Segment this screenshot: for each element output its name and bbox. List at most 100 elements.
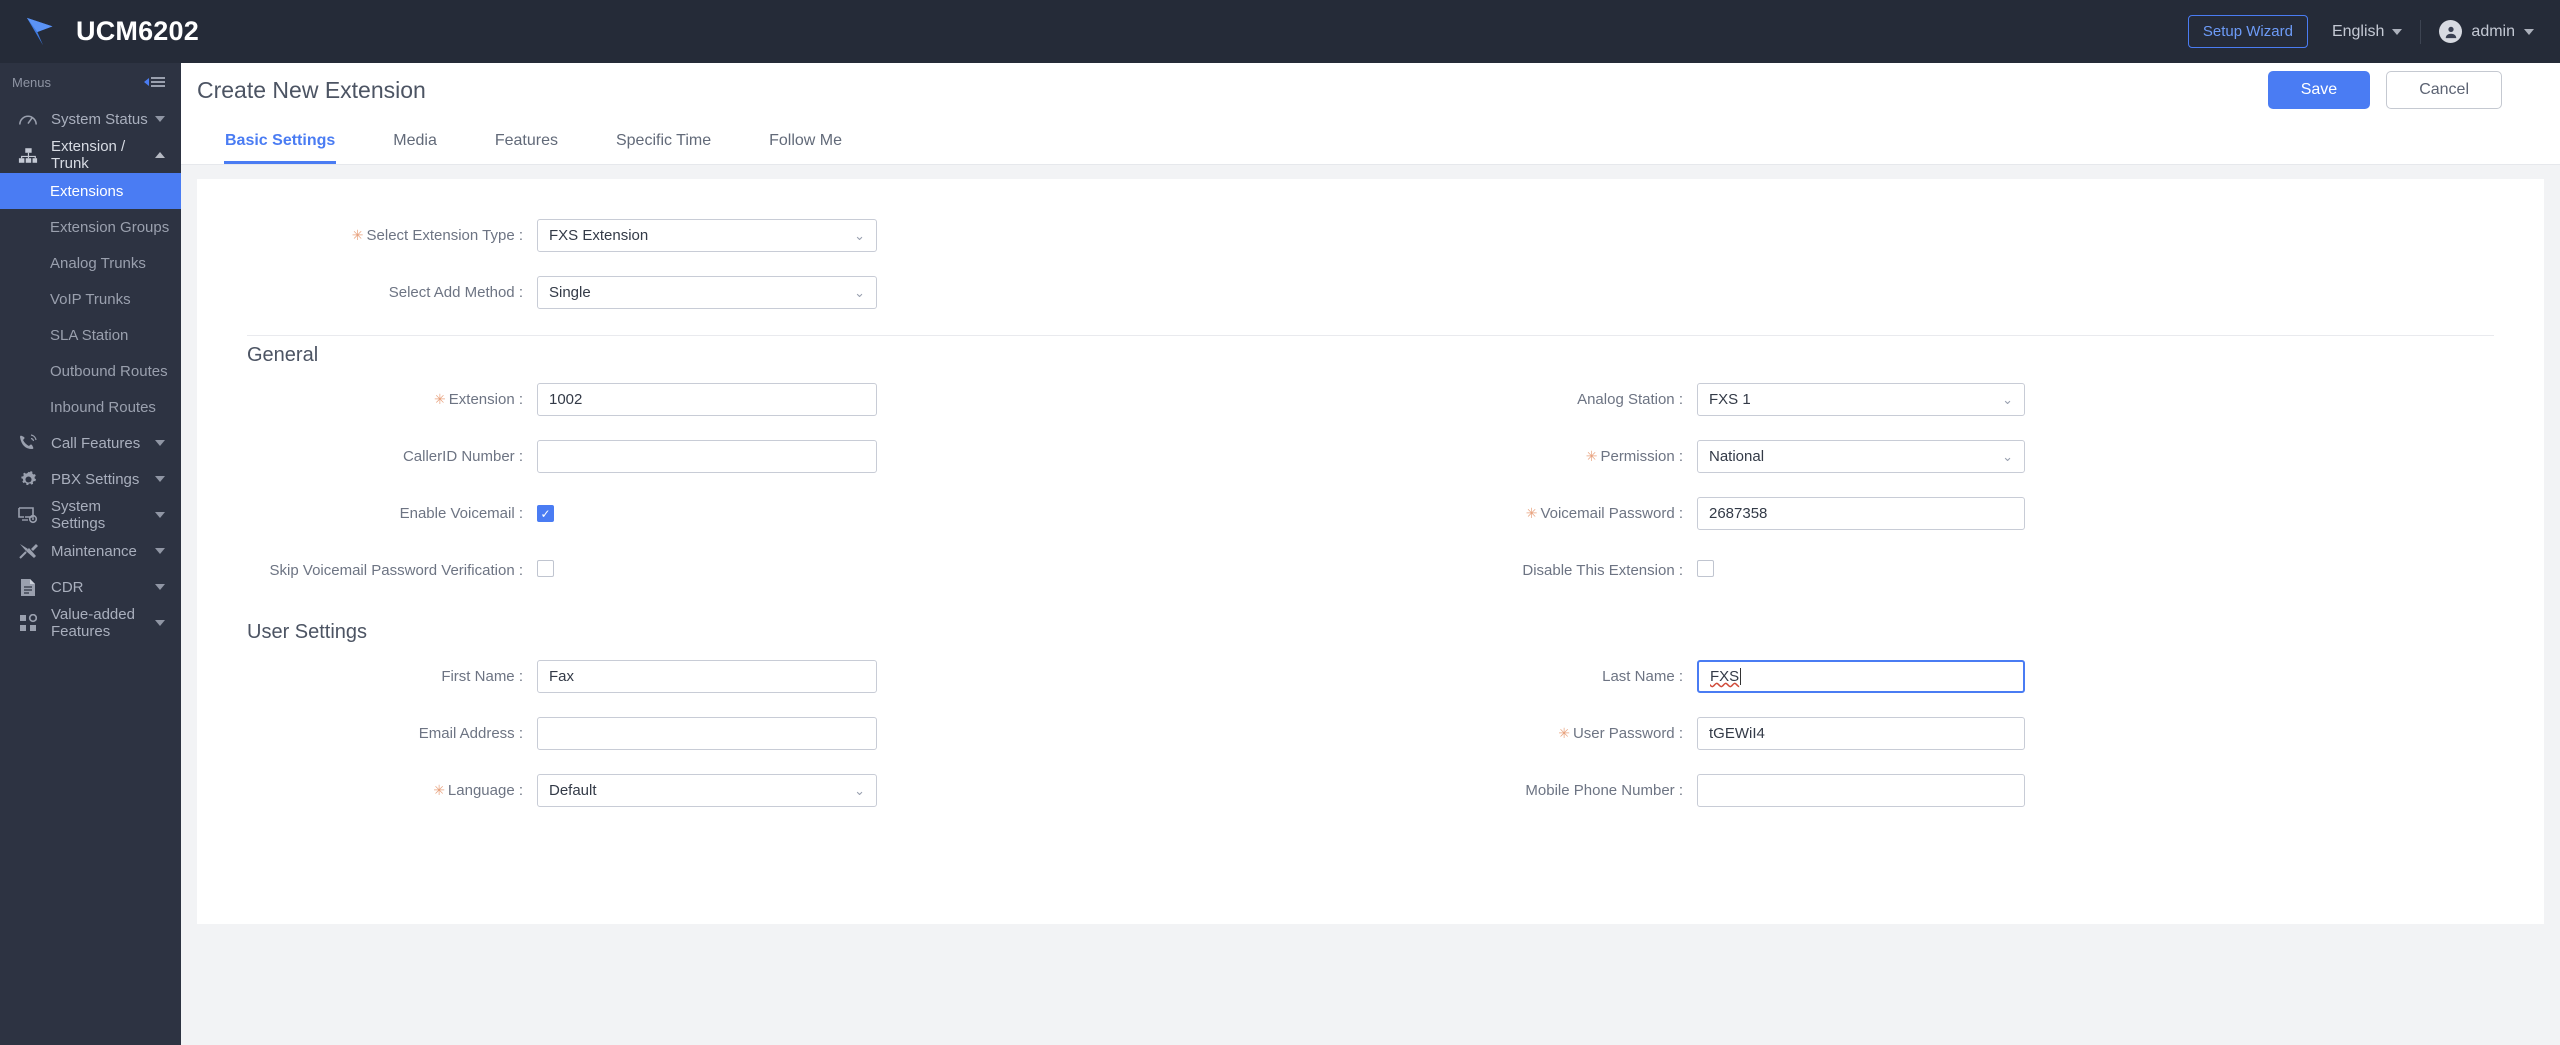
- sidebar-item-analog-trunks[interactable]: Analog Trunks: [0, 245, 181, 281]
- user-menu[interactable]: admin: [2439, 20, 2534, 43]
- chevron-down-icon: [2392, 28, 2403, 35]
- required-marker-icon: ✳: [433, 782, 445, 798]
- language-select[interactable]: Default ⌄: [537, 774, 877, 807]
- menu-lines-icon: [151, 77, 165, 87]
- chevron-down-icon: [155, 584, 165, 590]
- divider: [2420, 19, 2422, 44]
- chevron-down-icon: ⌄: [854, 782, 865, 798]
- user-password-input[interactable]: tGEWiI4: [1697, 717, 2025, 750]
- tab-bar: Basic Settings Media Features Specific T…: [181, 117, 2560, 165]
- sidebar-item-call-features[interactable]: Call Features: [0, 425, 181, 461]
- permission-select[interactable]: National ⌄: [1697, 440, 2025, 473]
- analog-station-select[interactable]: FXS 1 ⌄: [1697, 383, 2025, 416]
- disable-extension-checkbox[interactable]: [1697, 559, 1714, 577]
- tab-basic-settings[interactable]: Basic Settings: [196, 117, 364, 164]
- sidebar-item-extension-trunk[interactable]: Extension / Trunk: [0, 137, 181, 173]
- tab-features[interactable]: Features: [466, 117, 587, 164]
- last-name-input[interactable]: FXS: [1697, 660, 2025, 693]
- setup-wizard-button[interactable]: Setup Wizard: [2187, 15, 2308, 48]
- tab-specific-time[interactable]: Specific Time: [587, 117, 740, 164]
- phone-wave-icon: [16, 434, 40, 452]
- sidebar-item-extension-groups[interactable]: Extension Groups: [0, 209, 181, 245]
- chevron-down-icon: [155, 440, 165, 446]
- chevron-up-icon: [155, 152, 165, 158]
- required-marker-icon: ✳: [351, 227, 364, 243]
- language-label: ✳ Language :: [433, 782, 523, 799]
- sidebar-item-cdr[interactable]: CDR: [0, 569, 181, 605]
- text-cursor-icon: [1740, 668, 1742, 685]
- chevron-down-icon: ⌄: [2002, 391, 2013, 407]
- skip-voicemail-verification-checkbox[interactable]: [537, 559, 554, 577]
- add-method-select[interactable]: Single ⌄: [537, 276, 877, 309]
- sidebar-subitem-label: VoIP Trunks: [50, 290, 131, 308]
- email-address-label: Email Address :: [418, 725, 523, 742]
- first-name-label: First Name :: [441, 668, 523, 685]
- disable-extension-label: Disable This Extension :: [1522, 562, 1683, 579]
- sidebar-item-label: Call Features: [51, 434, 141, 452]
- sidebar-item-maintenance[interactable]: Maintenance: [0, 533, 181, 569]
- grandstream-logo-icon: [26, 17, 53, 45]
- add-method-value: Single: [549, 284, 591, 301]
- menus-header: Menus: [0, 63, 181, 101]
- sidebar-item-label: System Settings: [51, 498, 106, 532]
- cancel-button[interactable]: Cancel: [2386, 71, 2502, 109]
- form-row-extension-type: ✳ Select Extension Type : FXS Extension ⌄: [197, 207, 2544, 264]
- collapse-sidebar-icon[interactable]: [144, 77, 165, 87]
- sidebar-item-inbound-routes[interactable]: Inbound Routes: [0, 389, 181, 425]
- sidebar-item-label: Value-added Features: [51, 606, 135, 640]
- save-button[interactable]: Save: [2267, 71, 2371, 109]
- extension-type-label: ✳ Select Extension Type :: [351, 227, 523, 244]
- document-icon: [16, 578, 40, 596]
- sidebar-subitem-label: Inbound Routes: [50, 398, 156, 416]
- tools-icon: [16, 542, 40, 560]
- sidebar-subitem-label: Analog Trunks: [50, 254, 146, 272]
- top-bar: UCM6202 Setup Wizard English admin: [0, 0, 2560, 63]
- form-row-email: Email Address : ✳ User Password : tGEWiI4: [197, 705, 2544, 762]
- required-marker-icon: ✳: [1558, 725, 1570, 741]
- divider: [247, 335, 2494, 336]
- sidebar-item-system-settings[interactable]: System Settings: [0, 497, 181, 533]
- extension-input[interactable]: 1002: [537, 383, 877, 416]
- form-row-first-name: First Name : Fax Last Name : FXS: [197, 648, 2544, 705]
- user-password-label: ✳ User Password :: [1558, 725, 1683, 742]
- sidebar-item-sla-station[interactable]: SLA Station: [0, 317, 181, 353]
- form-row-enable-voicemail: Enable Voicemail : ✓ ✳ Voicemail Password…: [197, 485, 2544, 542]
- enable-voicemail-checkbox[interactable]: ✓: [537, 505, 554, 522]
- language-value: Default: [549, 782, 597, 799]
- sidebar-subitem-label: Outbound Routes: [50, 362, 168, 380]
- sidebar-subitem-label: Extensions: [50, 182, 124, 200]
- last-name-value: FXS: [1710, 668, 1740, 685]
- sidebar: Menus System Status Extension / Trunk Ex…: [0, 63, 181, 1045]
- form-row-callerid: CallerID Number : ✳ Permission : National…: [197, 428, 2544, 485]
- first-name-input[interactable]: Fax: [537, 660, 877, 693]
- brand-name: UCM6202: [76, 16, 199, 46]
- sidebar-item-voip-trunks[interactable]: VoIP Trunks: [0, 281, 181, 317]
- voicemail-password-input[interactable]: 2687358: [1697, 497, 2025, 530]
- tab-follow-me[interactable]: Follow Me: [740, 117, 871, 164]
- language-selector[interactable]: English: [2332, 23, 2403, 41]
- mobile-phone-number-label: Mobile Phone Number :: [1525, 782, 1683, 799]
- sidebar-item-extensions[interactable]: Extensions: [0, 173, 181, 209]
- extension-type-value: FXS Extension: [549, 227, 649, 244]
- sidebar-item-label: System Status: [51, 110, 148, 128]
- required-marker-icon: ✳: [1525, 505, 1538, 521]
- mobile-phone-number-input[interactable]: [1697, 774, 2025, 807]
- page-header: Create New Extension Save Cancel: [181, 63, 2560, 117]
- sidebar-item-label: Maintenance: [51, 542, 137, 560]
- chevron-down-icon: [155, 620, 165, 626]
- email-address-input[interactable]: [537, 717, 877, 750]
- chevron-down-icon: [155, 548, 165, 554]
- permission-value: National: [1709, 448, 1765, 465]
- tab-media[interactable]: Media: [364, 117, 466, 164]
- callerid-number-input[interactable]: [537, 440, 877, 473]
- required-marker-icon: ✳: [1585, 448, 1598, 464]
- sidebar-item-system-status[interactable]: System Status: [0, 101, 181, 137]
- sidebar-item-outbound-routes[interactable]: Outbound Routes: [0, 353, 181, 389]
- enable-voicemail-label: Enable Voicemail :: [399, 505, 523, 522]
- sidebar-subitem-label: SLA Station: [50, 326, 129, 344]
- sidebar-item-value-added-features[interactable]: Value-added Features: [0, 605, 181, 641]
- permission-label: ✳ Permission :: [1585, 448, 1683, 465]
- sidebar-item-pbx-settings[interactable]: PBX Settings: [0, 461, 181, 497]
- extension-type-select[interactable]: FXS Extension ⌄: [537, 219, 877, 252]
- last-name-label: Last Name :: [1602, 668, 1683, 685]
